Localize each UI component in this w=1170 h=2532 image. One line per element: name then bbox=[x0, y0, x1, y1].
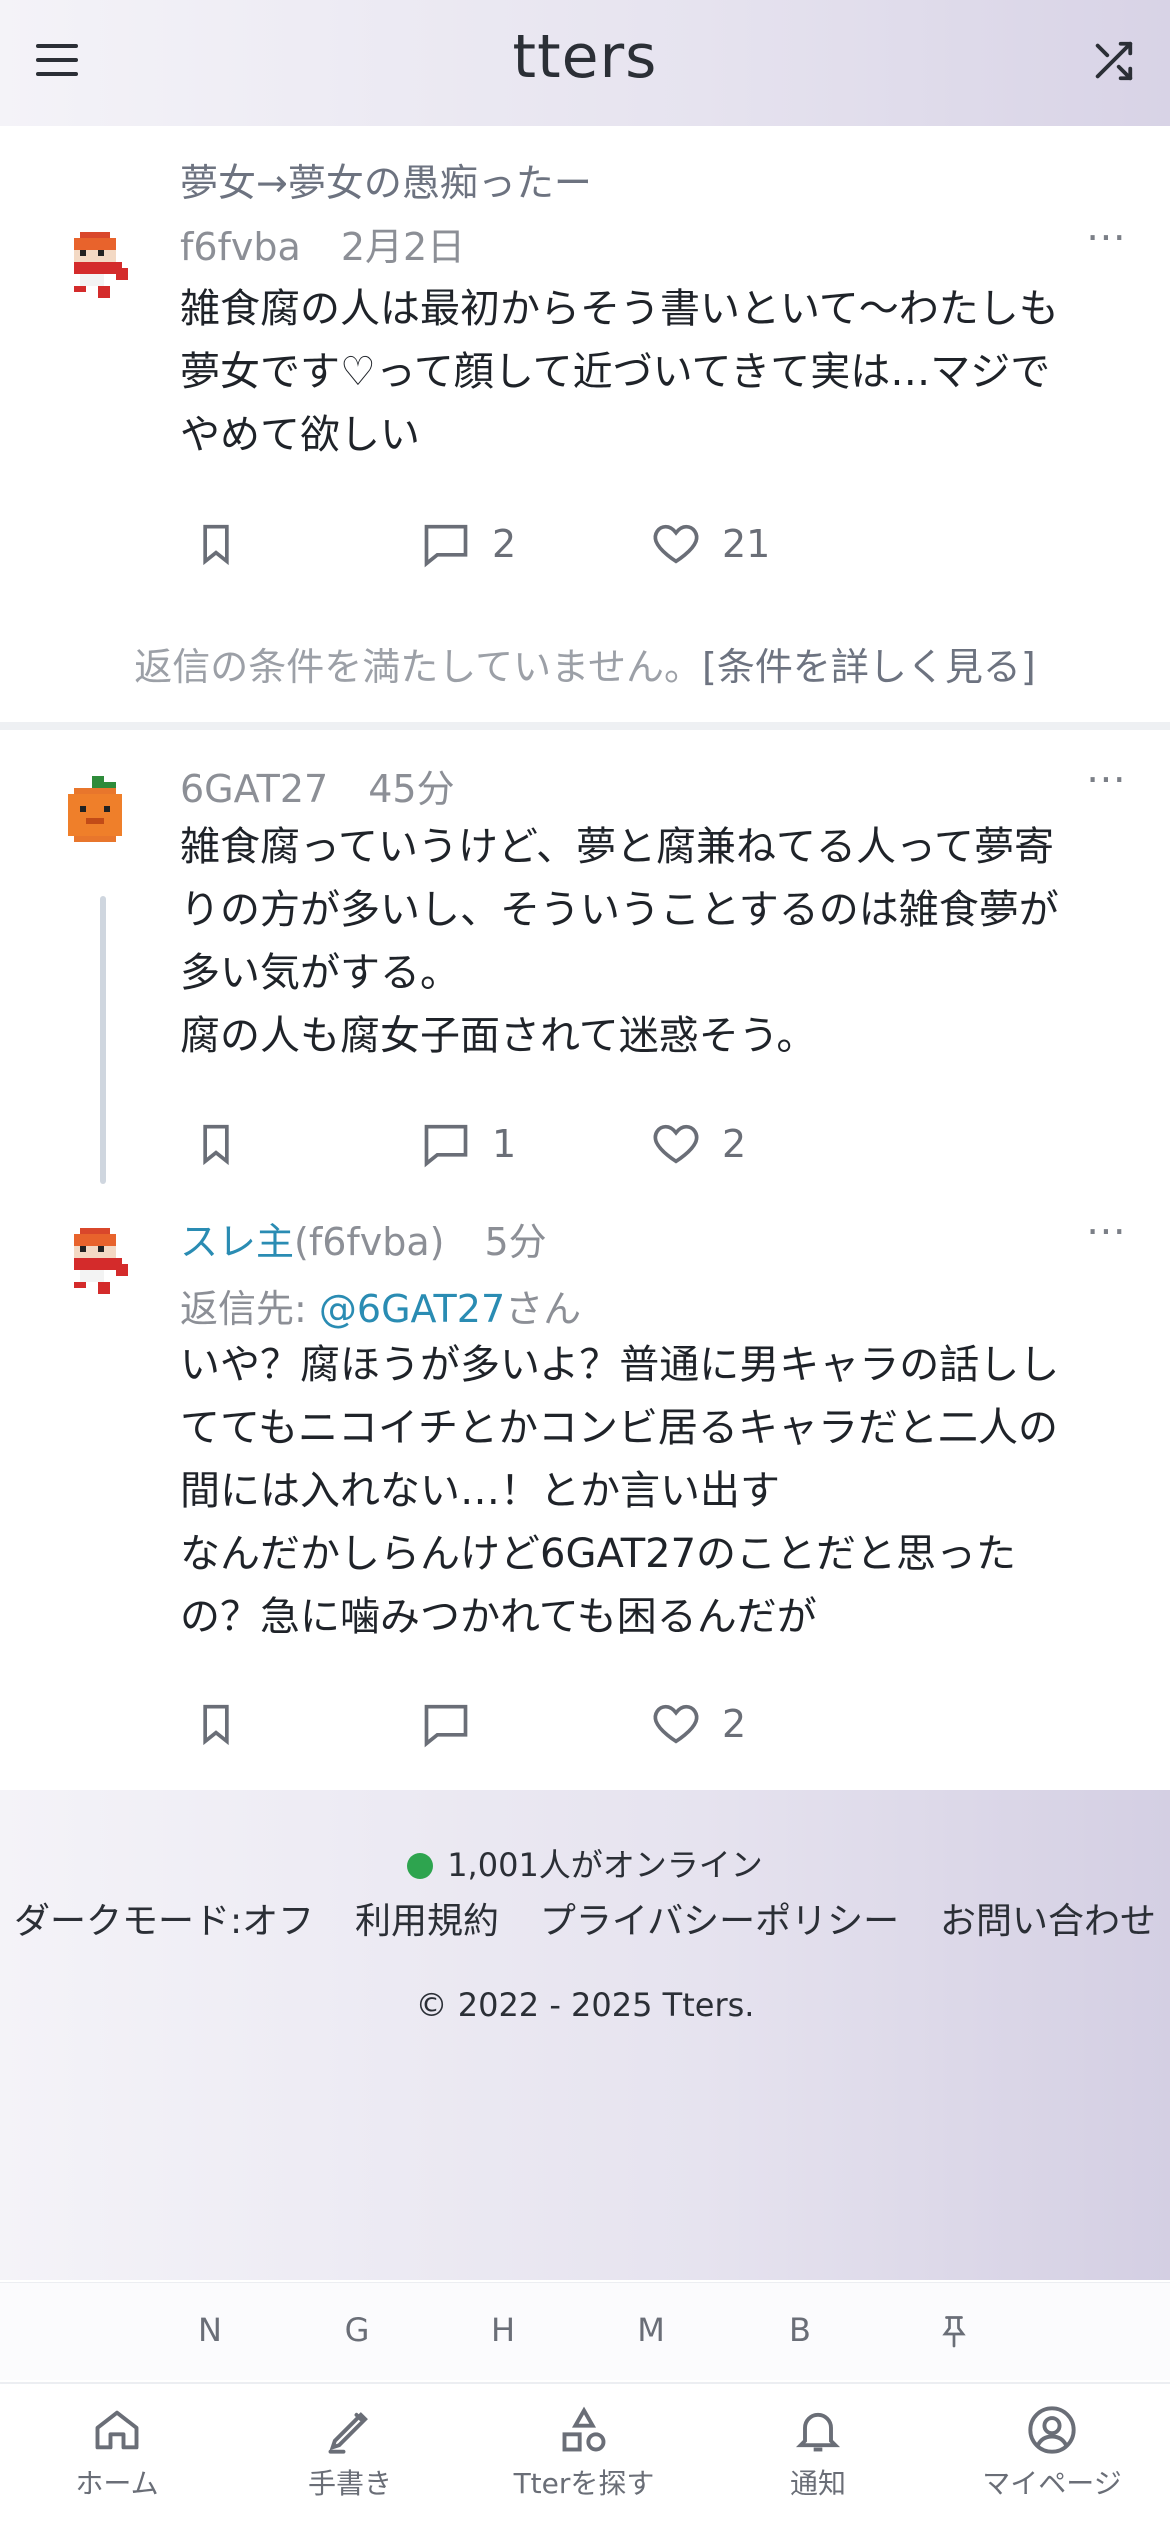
heart-icon bbox=[653, 524, 699, 564]
footer-links: ダークモード:オフ 利用規約 プライバシーポリシー お問い合わせ bbox=[0, 1892, 1170, 1944]
like-count: 2 bbox=[722, 1122, 747, 1166]
condition-details-link[interactable]: [条件を詳しく見る] bbox=[702, 645, 1036, 689]
comment-icon bbox=[424, 1704, 468, 1748]
comment-button[interactable]: 2 bbox=[420, 514, 516, 574]
more-options-icon[interactable]: ⋯ bbox=[1086, 756, 1128, 802]
site-footer: 1,001人がオンライン ダークモード:オフ 利用規約 プライバシーポリシー お… bbox=[0, 1790, 1170, 2280]
post-time: 5分 bbox=[484, 1220, 547, 1264]
app-logo[interactable]: tters bbox=[0, 22, 1170, 92]
post-time: 45分 bbox=[368, 767, 455, 811]
user-circle-icon bbox=[1028, 2406, 1076, 2454]
like-count: 21 bbox=[722, 522, 771, 566]
post-author[interactable]: f6fvba bbox=[180, 225, 301, 269]
shortcut-key-n[interactable]: N bbox=[180, 2311, 240, 2349]
comment-button[interactable] bbox=[420, 1694, 472, 1754]
home-icon bbox=[95, 2410, 139, 2450]
post-body: 雑食腐の人は最初からそう書いといて〜わたしも夢女です♡って顔して近づいてきて実は… bbox=[180, 286, 1059, 458]
dark-mode-toggle[interactable]: ダークモード:オフ bbox=[14, 1892, 314, 1944]
post-author[interactable]: (f6fvba) bbox=[294, 1220, 444, 1264]
bookmark-icon bbox=[203, 1124, 229, 1166]
avatar-pixel-icon[interactable] bbox=[62, 232, 128, 310]
more-options-icon[interactable]: ⋯ bbox=[1086, 214, 1128, 260]
privacy-link[interactable]: プライバシーポリシー bbox=[540, 1892, 899, 1944]
like-button[interactable]: 2 bbox=[650, 1694, 746, 1754]
reply-condition-notice: 返信の条件を満たしていません。[条件を詳しく見る] bbox=[134, 645, 1036, 689]
bookmark-button[interactable] bbox=[190, 514, 242, 574]
comment-icon bbox=[424, 524, 468, 568]
nav-handwriting[interactable]: 手書き bbox=[250, 2404, 450, 2502]
online-status-icon bbox=[407, 1853, 434, 1879]
comment-icon bbox=[424, 1124, 468, 1168]
bottom-nav: ホーム 手書き Tterを探す 通知 マイページ bbox=[0, 2382, 1170, 2532]
avatar-pixel-icon[interactable] bbox=[62, 776, 128, 854]
bookmark-icon bbox=[203, 524, 229, 566]
nav-notifications[interactable]: 通知 bbox=[718, 2404, 918, 2502]
shortcut-bar: N G H M B bbox=[0, 2282, 1170, 2380]
comment-button[interactable]: 1 bbox=[420, 1114, 516, 1174]
nav-home[interactable]: ホーム bbox=[17, 2404, 217, 2502]
post-body: 雑食腐っていうけど、夢と腐兼ねてる人って夢寄りの方が多いし、そういうことするのは… bbox=[180, 824, 1059, 1059]
topic-link[interactable]: 夢女→夢女の愚痴ったー bbox=[180, 152, 592, 207]
shortcut-key-m[interactable]: M bbox=[621, 2311, 681, 2349]
reply-to-line: 返信先: @6GAT27さん bbox=[180, 1287, 582, 1331]
app-header: tters bbox=[0, 0, 1170, 126]
divider bbox=[0, 722, 1170, 730]
contact-link[interactable]: お問い合わせ bbox=[940, 1892, 1156, 1944]
shortcut-key-h[interactable]: H bbox=[473, 2311, 533, 2349]
copyright: © 2022 - 2025 Tters. bbox=[415, 1986, 755, 2024]
comment-count: 2 bbox=[492, 522, 517, 566]
terms-link[interactable]: 利用規約 bbox=[355, 1892, 499, 1944]
more-options-icon[interactable]: ⋯ bbox=[1086, 1208, 1128, 1254]
shortcut-key-g[interactable]: G bbox=[327, 2311, 387, 2349]
post-body: いや？腐ほうが多いよ？普通に男キャラの話ししててもニコイチとかコンビ居るキャラだ… bbox=[180, 1342, 1060, 1640]
pen-icon bbox=[328, 2412, 368, 2454]
reply-to-mention[interactable]: @6GAT27 bbox=[319, 1287, 505, 1331]
nav-explore[interactable]: Tterを探す bbox=[484, 2404, 684, 2502]
heart-icon bbox=[653, 1124, 699, 1164]
bookmark-button[interactable] bbox=[190, 1694, 242, 1754]
bell-icon bbox=[795, 2412, 841, 2452]
pin-icon[interactable] bbox=[936, 2311, 972, 2351]
bookmark-icon bbox=[203, 1704, 229, 1746]
thread-line bbox=[100, 896, 106, 1184]
shapes-icon bbox=[562, 2406, 606, 2452]
post-author[interactable]: 6GAT27 bbox=[180, 767, 328, 811]
shortcut-key-b[interactable]: B bbox=[770, 2311, 830, 2349]
thread-owner-label[interactable]: スレ主 bbox=[180, 1220, 294, 1264]
comment-count: 1 bbox=[492, 1122, 517, 1166]
heart-icon bbox=[653, 1704, 699, 1744]
bookmark-button[interactable] bbox=[190, 1114, 242, 1174]
shuffle-icon[interactable] bbox=[1090, 38, 1136, 84]
nav-mypage[interactable]: マイページ bbox=[952, 2404, 1152, 2502]
like-button[interactable]: 2 bbox=[650, 1114, 746, 1174]
like-button[interactable]: 21 bbox=[650, 514, 770, 574]
avatar-pixel-icon[interactable] bbox=[62, 1228, 128, 1306]
online-count: 1,001人がオンライン bbox=[0, 1840, 1170, 1886]
post-time: 2月2日 bbox=[340, 225, 466, 269]
like-count: 2 bbox=[722, 1702, 747, 1746]
